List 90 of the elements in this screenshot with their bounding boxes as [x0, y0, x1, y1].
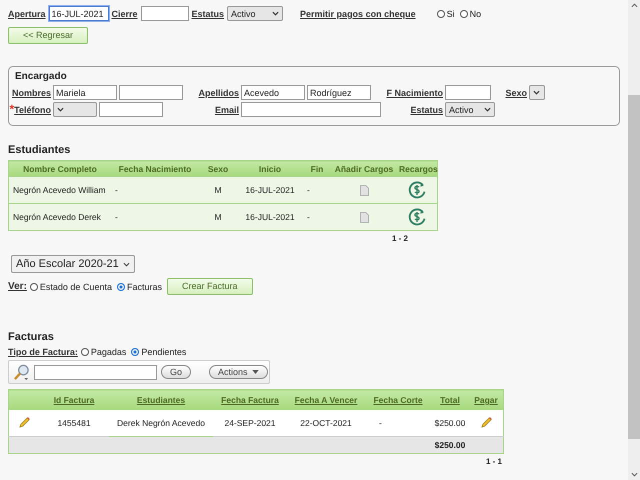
column-header: Inicio	[237, 160, 303, 176]
column-header[interactable]: Estudiantes	[109, 390, 213, 410]
text-field[interactable]	[241, 102, 381, 117]
field-label: Tipo de Factura:	[8, 347, 78, 357]
field-label: Cierre	[112, 8, 138, 18]
column-header[interactable]: Pagar	[469, 390, 504, 410]
pencil-icon[interactable]	[18, 417, 30, 428]
go-button[interactable]: Go	[161, 365, 192, 379]
column-header: Recargos	[397, 160, 438, 176]
table-cell: M	[199, 176, 237, 204]
create-invoice-button[interactable]: Crear Factura	[166, 278, 253, 295]
section-title: Encargado	[15, 71, 68, 82]
table-cell: -	[111, 176, 199, 204]
table-cell: $250.00	[431, 410, 469, 436]
text-field[interactable]	[445, 85, 491, 100]
text-field[interactable]	[99, 102, 163, 117]
scrollbar-thumb[interactable]	[628, 95, 640, 439]
document-icon[interactable]	[360, 212, 368, 223]
table-cell: 16-JUL-2021	[237, 176, 303, 204]
pagination-text: 1 - 1	[484, 456, 502, 466]
column-header: Fecha Nacimiento	[111, 160, 199, 176]
field-label: Apellidos	[198, 88, 239, 98]
column-header[interactable]: Fecha Corte	[365, 390, 431, 410]
column-header[interactable]: Id Factura	[39, 390, 109, 410]
caret-icon	[533, 90, 540, 95]
table-cell: -	[365, 410, 431, 436]
search-field[interactable]	[34, 364, 157, 380]
date-field[interactable]: 16-JUL-2021	[48, 6, 109, 21]
column-header[interactable]: Fecha A Vencer	[287, 390, 365, 410]
radio-option[interactable]: Si	[436, 8, 455, 18]
field-label: Permitir pagos con cheque	[300, 8, 416, 18]
scrollbar[interactable]	[628, 0, 640, 480]
dollar-cycle-icon[interactable]	[407, 180, 427, 200]
table-cell: 1455481	[39, 410, 109, 436]
radio-option[interactable]: Facturas	[116, 282, 162, 292]
field-label: Ver:	[8, 281, 27, 292]
back-button[interactable]: << Regresar	[8, 27, 88, 44]
total-amount: $250.00	[431, 436, 469, 453]
date-field[interactable]	[140, 6, 189, 21]
search-icon[interactable]	[13, 364, 30, 380]
table-cell: Negrón Acevedo William	[8, 176, 111, 204]
caret-icon	[484, 107, 491, 112]
school-year-dropdown[interactable]: Año Escolar 2020-21	[11, 255, 135, 273]
pagination-text: 1 - 2	[390, 234, 408, 243]
table-cell: 16-JUL-2021	[237, 204, 303, 230]
actions-button[interactable]: Actions	[209, 365, 268, 379]
table-cell: M	[199, 204, 237, 230]
text-field[interactable]	[119, 85, 183, 100]
table-cell: 24-SEP-2021	[213, 410, 287, 436]
scroll-down-icon[interactable]	[630, 472, 638, 477]
text-field[interactable]: Rodríguez	[307, 85, 371, 100]
text-field[interactable]: Acevedo	[241, 85, 305, 100]
field-label: Apertura	[8, 8, 46, 18]
table-cell: 22-OCT-2021	[287, 410, 365, 436]
radio-option[interactable]: Estado de Cuenta	[30, 282, 112, 292]
column-header: Nombre Completo	[8, 160, 111, 176]
field-label: *Teléfono	[9, 104, 51, 114]
section-title: Facturas	[8, 331, 55, 343]
field-label: Estatus	[410, 104, 443, 114]
table-cell: -	[303, 176, 331, 204]
section-title: Estudiantes	[8, 144, 72, 156]
document-icon[interactable]	[360, 184, 368, 196]
field-label: Sexo	[505, 88, 527, 98]
column-header: Sexo	[199, 160, 237, 176]
field-label: Estatus	[192, 8, 224, 18]
dropdown[interactable]: Activo	[445, 102, 495, 117]
field-label: F Nacimiento	[386, 88, 443, 98]
column-header[interactable]: Total	[431, 390, 469, 410]
column-header: Fin	[303, 160, 331, 176]
dropdown[interactable]	[529, 85, 545, 100]
table-cell: -	[111, 204, 199, 230]
caret-icon	[57, 107, 64, 112]
radio-option[interactable]: No	[460, 8, 482, 18]
pencil-icon[interactable]	[480, 417, 492, 428]
caret-icon	[252, 370, 259, 374]
field-label: Nombres	[12, 88, 51, 98]
table-cell: Negrón Acevedo Derek	[8, 204, 111, 230]
column-header: Añadir Cargos	[331, 160, 397, 176]
radio-option[interactable]: Pagadas	[80, 347, 126, 357]
status-dropdown[interactable]: Activo	[227, 6, 284, 21]
dollar-cycle-icon[interactable]	[407, 207, 427, 227]
column-header[interactable]: Fecha Factura	[213, 390, 287, 410]
table-cell: -	[303, 204, 331, 230]
radio-option[interactable]: Pendientes	[131, 347, 186, 357]
caret-icon	[123, 262, 130, 266]
table-cell: Derek Negrón Acevedo	[109, 410, 213, 436]
caret-icon	[272, 11, 280, 16]
scroll-up-icon[interactable]	[630, 3, 638, 8]
text-field[interactable]: Mariela	[53, 85, 117, 100]
field-label: Email	[214, 104, 239, 114]
